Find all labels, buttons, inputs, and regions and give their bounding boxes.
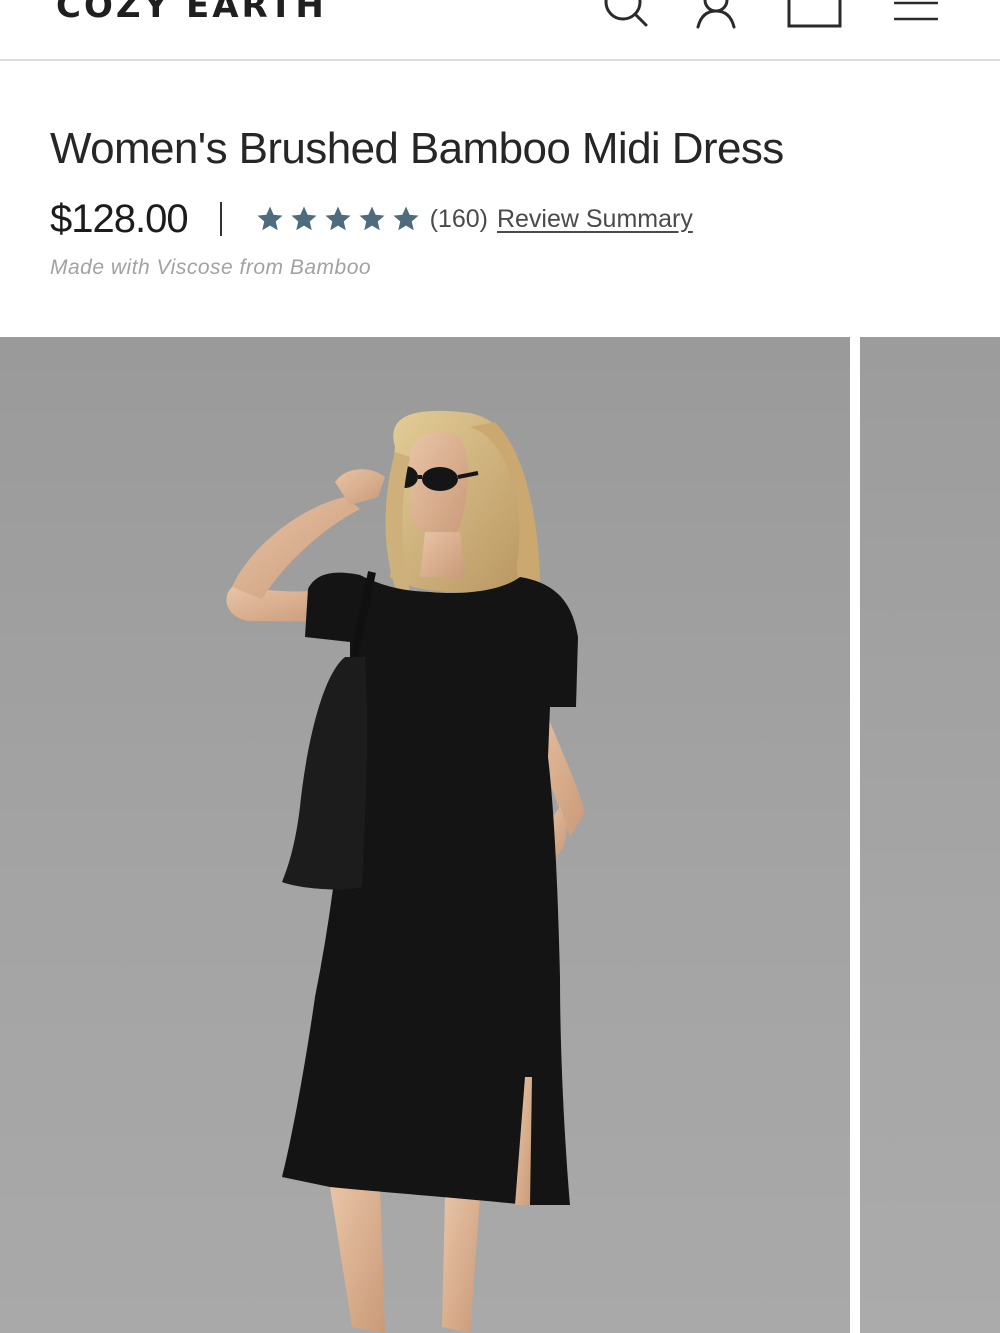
star-icon: [291, 206, 317, 231]
cart-icon[interactable]: [786, 0, 844, 30]
price-separator: [219, 202, 222, 236]
review-summary-link[interactable]: Review Summary: [497, 205, 693, 234]
product-page: COZY EARTH Women's Brushed Bamboo Midi D…: [0, 0, 1000, 1333]
model-dress-illustration: [226, 410, 585, 1333]
star-icon: [257, 206, 283, 231]
product-image-next-preview[interactable]: [860, 337, 1000, 1333]
site-header: COZY EARTH: [0, 0, 1000, 61]
star-icon: [359, 206, 385, 231]
product-title: Women's Brushed Bamboo Midi Dress: [50, 124, 784, 173]
review-count[interactable]: (160): [430, 205, 488, 234]
star-rating[interactable]: [254, 204, 422, 234]
material-note: Made with Viscose from Bamboo: [50, 256, 372, 279]
account-icon[interactable]: [694, 0, 740, 30]
star-icon: [325, 206, 351, 231]
star-icon: [393, 206, 419, 231]
gallery-gap: [850, 337, 860, 1333]
brand-logo[interactable]: COZY EARTH: [56, 0, 327, 26]
header-divider: [0, 59, 1000, 61]
product-price: $128.00: [50, 196, 189, 241]
product-image-main[interactable]: [0, 337, 850, 1333]
menu-icon[interactable]: [892, 0, 940, 30]
search-icon[interactable]: [598, 0, 654, 30]
price-rating-row: $128.00 (160) Review Summary: [50, 196, 693, 242]
